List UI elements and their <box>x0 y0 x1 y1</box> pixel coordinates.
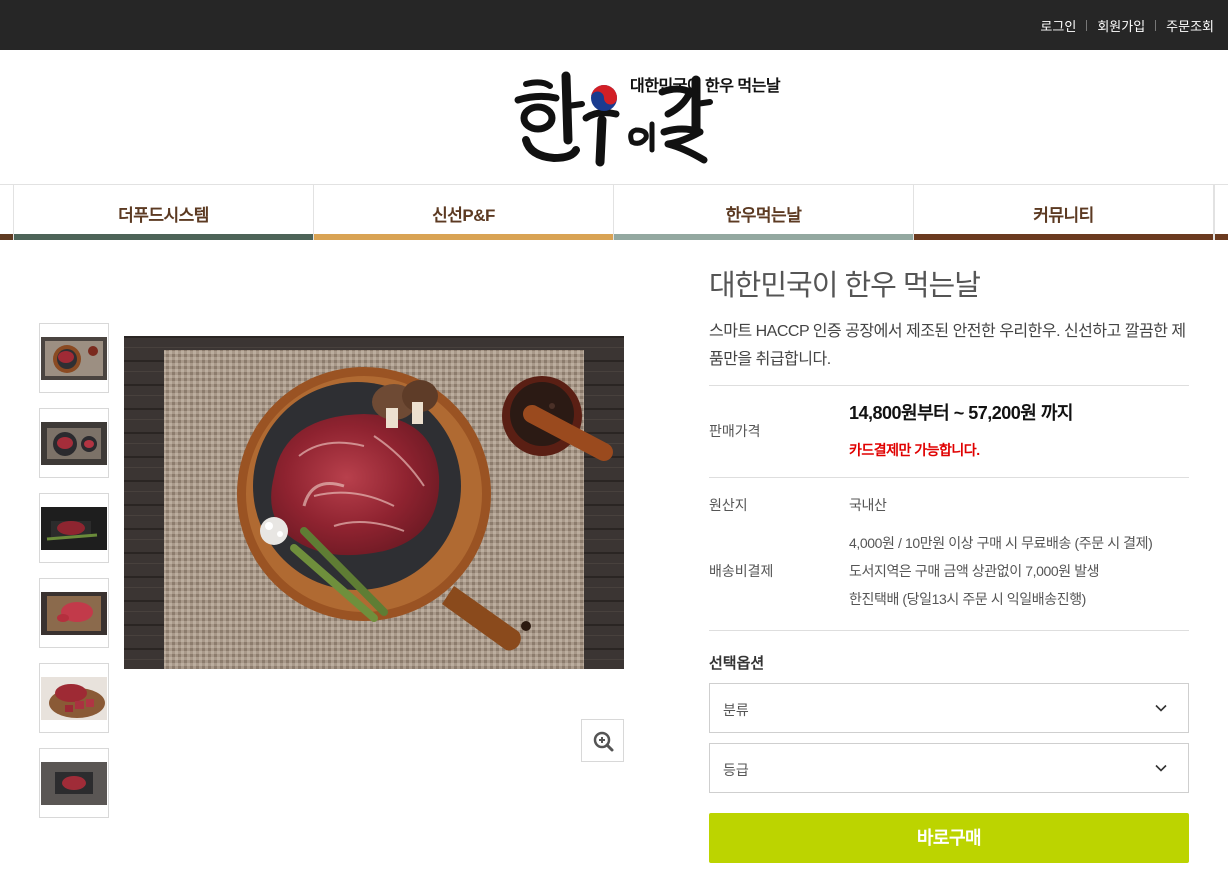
divider <box>1155 20 1157 31</box>
nav-color-bar <box>314 234 613 240</box>
zoom-button[interactable] <box>581 719 624 762</box>
nav-item-hanwoo-day[interactable]: 한우먹는날 <box>614 185 914 240</box>
buy-now-button[interactable]: 바로구매 <box>709 813 1189 863</box>
origin-label: 원산지 <box>709 497 748 513</box>
nav-item-community[interactable]: 커뮤니티 <box>914 185 1214 240</box>
main-product-image[interactable] <box>124 336 624 669</box>
shipping-line: 4,000원 / 10만원 이상 구매 시 무료배송 (주문 시 결제) <box>849 535 1153 551</box>
nav-color-bar <box>914 234 1213 240</box>
detail-rows: 원산지 국내산 배송비결제 4,000원 / 10만원 이상 구매 시 무료배송… <box>709 478 1189 630</box>
product-info: 대한민국이 한우 먹는날 스마트 HACCP 인증 공장에서 제조된 안전한 우… <box>709 262 1189 871</box>
nav-label: 커뮤니티 <box>1033 206 1094 225</box>
logo-tagline: 대한민국이 한우 먹는날 <box>630 78 781 95</box>
chevron-down-icon <box>1155 764 1167 772</box>
nav-edge-left <box>0 185 14 240</box>
site-header: 대한민국이 한우 먹는날 <box>0 50 1228 185</box>
price-value: 14,800원부터 ~ 57,200원 까지 <box>849 403 1073 423</box>
price-row: 판매가격 14,800원부터 ~ 57,200원 까지 카드결제만 가능합니다. <box>709 386 1189 477</box>
taegeuk-mark <box>591 85 617 111</box>
chevron-down-icon <box>1155 704 1167 712</box>
thumbnail-image <box>41 762 107 805</box>
thumbnail[interactable] <box>39 748 109 818</box>
thumbnail-image <box>41 592 107 635</box>
thumbnail-image <box>41 677 107 720</box>
shipping-label: 배송비결제 <box>709 563 774 579</box>
thumbnail-image <box>41 337 107 380</box>
grade-select[interactable]: 등급 <box>709 743 1189 793</box>
thumbnail-image <box>41 507 107 550</box>
options-section: 선택옵션 분류 등급 바로구매 <box>709 631 1189 871</box>
select-value: 분류 <box>723 702 749 718</box>
category-select[interactable]: 분류 <box>709 683 1189 733</box>
nav-label: 신선P&F <box>432 206 495 225</box>
thumbnail-image <box>41 422 107 465</box>
login-link[interactable]: 로그인 <box>1040 16 1076 35</box>
top-links: 로그인 회원가입 주문조회 <box>1040 16 1214 35</box>
product-photo <box>124 336 624 669</box>
thumbnail-list <box>39 323 109 833</box>
origin-value: 국내산 <box>849 497 887 513</box>
payment-note: 카드결제만 가능합니다. <box>849 442 980 458</box>
buy-now-label: 바로구매 <box>916 828 982 848</box>
zoom-in-icon <box>593 731 614 752</box>
signup-link[interactable]: 회원가입 <box>1097 16 1145 35</box>
nav-label: 더푸드시스템 <box>118 206 209 225</box>
thumbnail[interactable] <box>39 578 109 648</box>
nav-edge-right <box>1214 185 1228 240</box>
shipping-line: 도서지역은 구매 금액 상관없이 7,000원 발생 <box>849 563 1100 579</box>
divider <box>1086 20 1088 31</box>
thumbnail[interactable] <box>39 323 109 393</box>
nav-item-sinseon-pnf[interactable]: 신선P&F <box>314 185 614 240</box>
main-nav: 더푸드시스템 신선P&F 한우먹는날 커뮤니티 <box>0 185 1228 240</box>
thumbnail[interactable] <box>39 408 109 478</box>
price-label: 판매가격 <box>709 423 761 439</box>
nav-color-bar <box>14 234 313 240</box>
nav-item-thefoodsystem[interactable]: 더푸드시스템 <box>14 185 314 240</box>
top-bar: 로그인 회원가입 주문조회 <box>0 0 1228 50</box>
product-description: 스마트 HACCP 인증 공장에서 제조된 안전한 우리한우. 신선하고 깔끔한… <box>709 323 1186 368</box>
nav-label: 한우먹는날 <box>725 206 802 225</box>
select-value: 등급 <box>723 762 749 778</box>
shipping-line: 한진택배 (당일13시 주문 시 익일배송진행) <box>849 591 1086 607</box>
product-title: 대한민국이 한우 먹는날 <box>709 270 981 302</box>
options-title: 선택옵션 <box>709 655 765 672</box>
site-logo[interactable]: 대한민국이 한우 먹는날 <box>512 70 782 175</box>
thumbnail[interactable] <box>39 493 109 563</box>
nav-color-bar <box>614 234 913 240</box>
order-lookup-link[interactable]: 주문조회 <box>1166 16 1214 35</box>
thumbnail[interactable] <box>39 663 109 733</box>
